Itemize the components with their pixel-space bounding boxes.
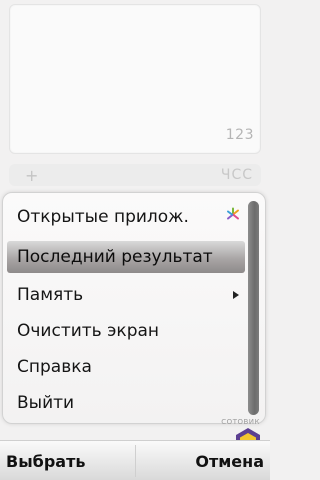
select-softkey[interactable]: Выбрать: [0, 441, 135, 480]
submenu-arrow-icon: [231, 285, 241, 305]
menu-item-clear-screen[interactable]: Очистить экран: [7, 315, 245, 347]
multitask-icon: [225, 207, 241, 228]
calculator-row-background: + ЧСС: [9, 164, 261, 186]
display-value: 123: [225, 127, 254, 143]
plus-key-icon: +: [25, 166, 39, 185]
options-menu: Открытые прилож. Последний результат Пам…: [2, 192, 266, 424]
calculator-display: 123: [9, 4, 261, 154]
menu-item-memory[interactable]: Память: [7, 279, 245, 311]
menu-scrollbar-thumb[interactable]: [248, 201, 259, 415]
menu-item-open-apps[interactable]: Открытые прилож.: [7, 201, 245, 233]
menu-item-help[interactable]: Справка: [7, 351, 245, 383]
cancel-softkey-label: Отмена: [195, 451, 264, 471]
menu-scrollbar[interactable]: [248, 201, 259, 415]
menu-item-label: Открытые прилож.: [17, 207, 189, 227]
select-softkey-label: Выбрать: [6, 451, 86, 471]
menu-item-label: Справка: [17, 357, 92, 377]
menu-item-exit[interactable]: Выйти: [7, 387, 245, 419]
menu-item-last-result[interactable]: Последний результат: [7, 241, 245, 273]
menu-item-label: Последний результат: [17, 247, 213, 267]
background-row-text: ЧСС: [220, 167, 253, 183]
softkey-bar: Выбрать Отмена: [0, 440, 270, 480]
menu-item-label: Очистить экран: [17, 321, 160, 341]
watermark-text: СОТОВИК: [221, 418, 260, 426]
cancel-softkey[interactable]: Отмена: [135, 441, 270, 480]
menu-item-label: Выйти: [17, 393, 75, 413]
menu-item-label: Память: [17, 285, 84, 305]
